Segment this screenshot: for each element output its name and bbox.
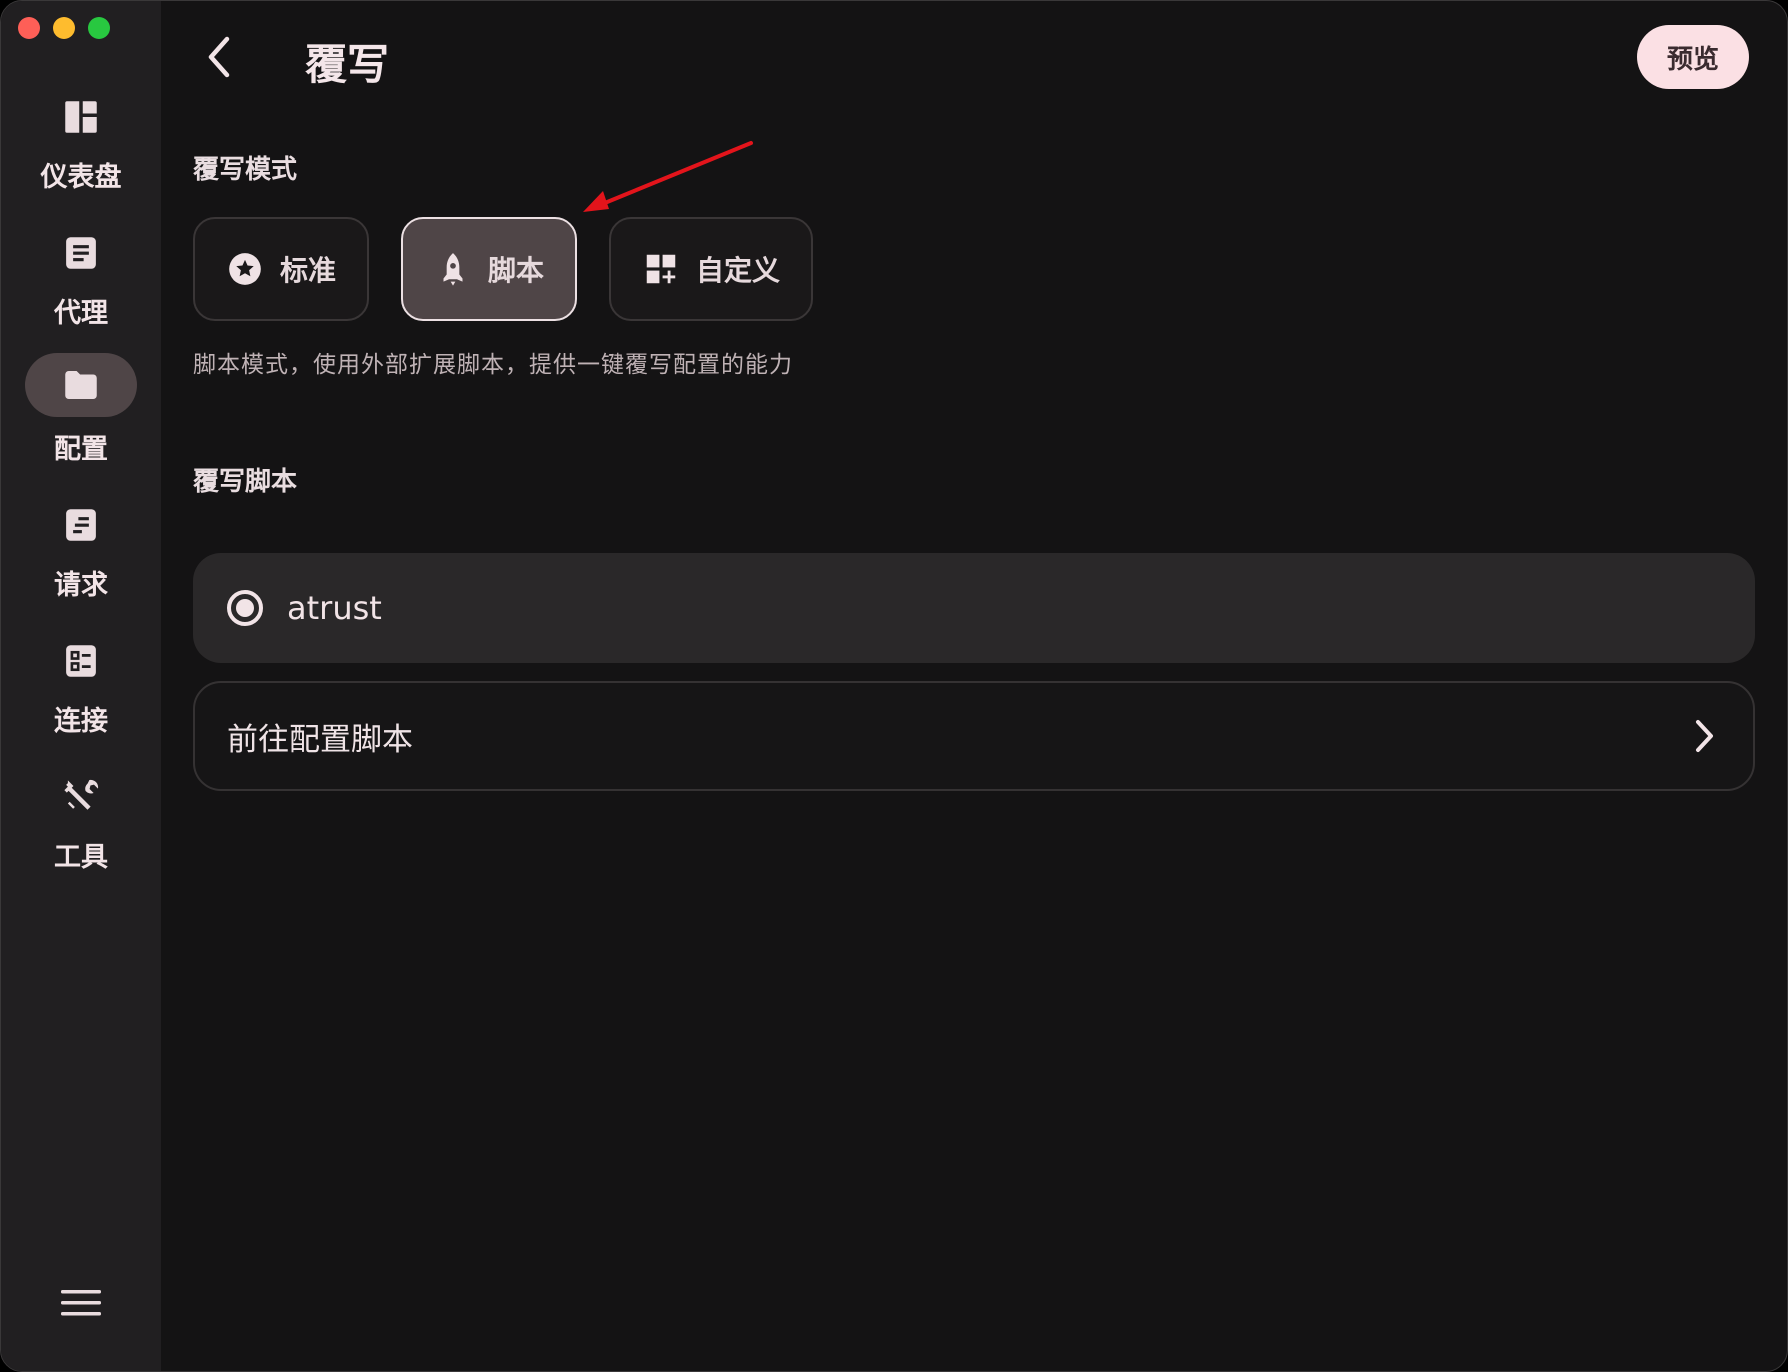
sidebar: 仪表盘 代理 配置 请求 连接 工具	[1, 1, 161, 1371]
folder-icon	[65, 371, 97, 399]
sidebar-item-label: 仪表盘	[40, 162, 122, 193]
nav-icon-wrap	[25, 85, 137, 149]
close-window-button[interactable]	[18, 17, 40, 39]
mode-standard-button[interactable]: 标准	[193, 217, 369, 321]
mode-label: 脚本	[487, 254, 544, 287]
sidebar-item-connections[interactable]: 连接	[1, 629, 161, 749]
chevron-right-icon	[1696, 720, 1713, 752]
back-button[interactable]	[197, 27, 241, 87]
sidebar-item-label: 工具	[54, 842, 108, 873]
maximize-window-button[interactable]	[88, 17, 110, 39]
mode-script-button[interactable]: 脚本	[401, 217, 577, 321]
app-window: 仪表盘 代理 配置 请求 连接 工具 覆写 预览 覆写模式 标准 脚本 自定义 …	[0, 0, 1788, 1372]
script-section-title: 覆写脚本	[193, 467, 298, 497]
tools-icon	[64, 779, 99, 810]
sidebar-item-label: 请求	[54, 570, 108, 601]
menu-icon[interactable]	[57, 1285, 105, 1321]
preview-button[interactable]: 预览	[1637, 25, 1749, 89]
sidebar-item-label: 连接	[54, 706, 108, 737]
sidebar-item-label: 代理	[54, 298, 108, 329]
sidebar-item-tools[interactable]: 工具	[1, 765, 161, 885]
minimize-window-button[interactable]	[53, 17, 75, 39]
nav-icon-wrap	[25, 353, 137, 417]
nav-icon-wrap	[25, 629, 137, 693]
sidebar-item-proxy[interactable]: 代理	[1, 221, 161, 341]
mode-label: 标准	[279, 254, 336, 287]
dashboard-icon	[65, 101, 97, 133]
proxy-icon	[66, 237, 96, 269]
mode-description: 脚本模式，使用外部扩展脚本，提供一键覆写配置的能力	[193, 352, 793, 378]
star-circle-icon	[229, 253, 261, 285]
nav-icon-wrap	[25, 221, 137, 285]
connections-icon	[66, 645, 96, 677]
requests-icon	[66, 509, 96, 541]
window-controls	[18, 17, 110, 39]
radio-selected-dot	[236, 599, 254, 617]
script-name: atrust	[287, 589, 382, 627]
goto-label: 前往配置脚本	[227, 721, 413, 758]
chevron-left-icon	[208, 36, 230, 78]
nav-icon-wrap	[25, 765, 137, 829]
annotation-arrow-icon	[583, 141, 753, 212]
sidebar-item-profiles[interactable]: 配置	[1, 353, 161, 473]
page-title: 覆写	[305, 40, 390, 89]
script-item-atrust[interactable]: atrust	[193, 553, 1755, 663]
sidebar-item-label: 配置	[54, 434, 108, 465]
mode-label: 自定义	[695, 254, 780, 287]
widgets-add-icon	[646, 254, 676, 284]
sidebar-item-dashboard[interactable]: 仪表盘	[1, 85, 161, 205]
script-radio[interactable]	[227, 590, 263, 626]
sidebar-item-requests[interactable]: 请求	[1, 493, 161, 613]
mode-section-title: 覆写模式	[193, 155, 298, 185]
rocket-icon	[443, 253, 463, 286]
nav-icon-wrap	[25, 493, 137, 557]
goto-script-config-button[interactable]: 前往配置脚本	[193, 681, 1755, 791]
mode-custom-button[interactable]: 自定义	[609, 217, 813, 321]
